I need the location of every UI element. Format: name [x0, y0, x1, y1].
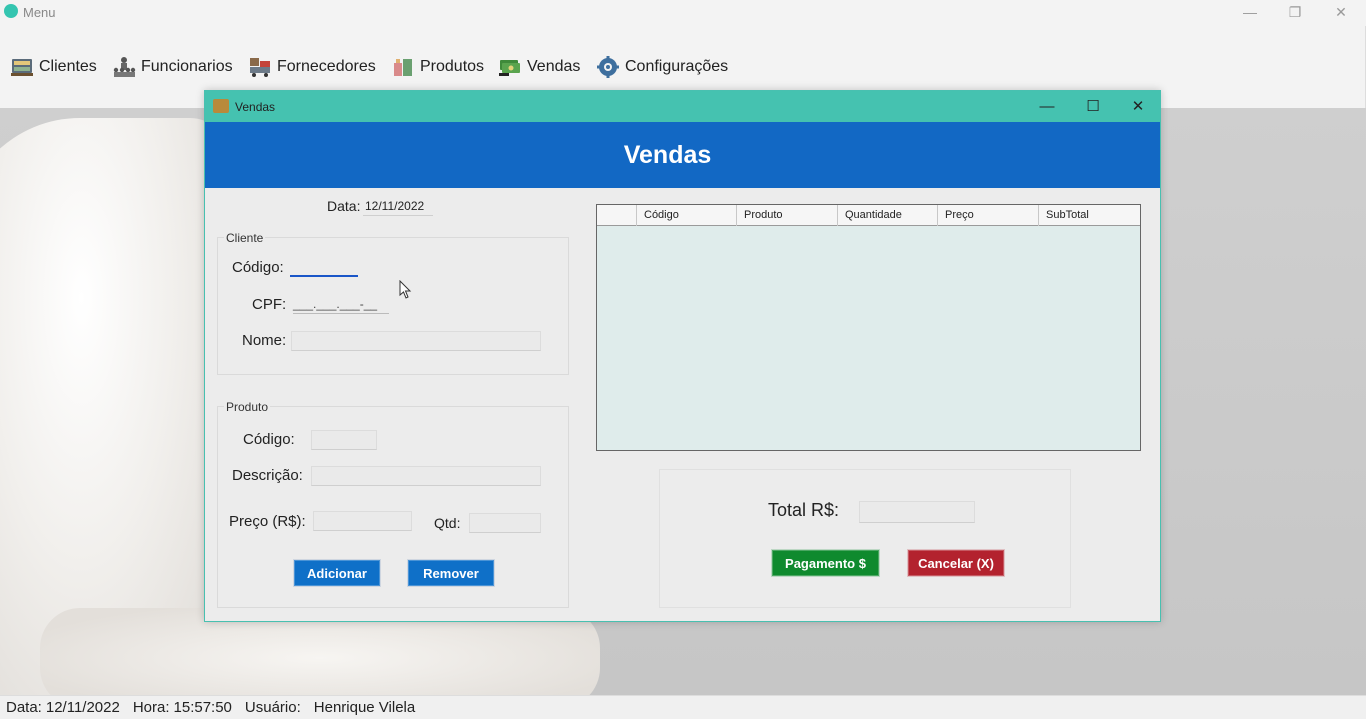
app-icon	[4, 4, 18, 18]
date-value: 12/11/2022	[363, 198, 433, 216]
dialog-titlebar: Vendas — ☐ ✕	[205, 91, 1160, 122]
status-user-value: Henrique Vilela	[313, 699, 416, 716]
clients-icon	[10, 55, 34, 79]
status-user-label: Usuário:	[244, 699, 301, 716]
sales-icon	[498, 55, 522, 79]
dialog-close-button[interactable]: ✕	[1118, 94, 1158, 118]
menu-item-label: Fornecedores	[277, 58, 376, 75]
grid-col-produto[interactable]: Produto	[737, 205, 838, 226]
nome-label: Nome:	[242, 332, 287, 349]
nome-input[interactable]	[291, 331, 541, 351]
total-panel	[659, 469, 1071, 608]
produto-codigo-label: Código:	[243, 431, 295, 448]
qtd-label: Qtd:	[434, 515, 461, 531]
minimize-button[interactable]: —	[1228, 0, 1272, 24]
suppliers-icon	[248, 55, 272, 79]
cpf-input[interactable]: ___.___.___-__	[293, 294, 389, 314]
grid-col-subtotal[interactable]: SubTotal	[1039, 205, 1139, 226]
status-date-label: Data:	[6, 699, 42, 716]
total-label: Total R$:	[768, 500, 840, 520]
products-icon	[391, 55, 415, 79]
main-titlebar: Menu — ❐ ✕	[0, 0, 1366, 26]
status-time-value: 15:57:50	[173, 699, 232, 716]
descricao-input[interactable]	[311, 466, 541, 486]
employees-icon	[112, 55, 136, 79]
menu-item-produtos[interactable]: Produtos	[391, 52, 484, 82]
adicionar-button[interactable]: Adicionar	[293, 559, 381, 587]
header-title: Vendas	[623, 140, 712, 169]
mouse-cursor-icon	[399, 280, 412, 299]
menu-item-label: Funcionarios	[141, 58, 233, 75]
restore-button[interactable]: ❐	[1273, 0, 1317, 24]
close-button[interactable]: ✕	[1319, 0, 1363, 24]
qtd-input[interactable]	[469, 513, 541, 533]
sales-grid[interactable]: Código Produto Quantidade Preço SubTotal	[596, 204, 1141, 451]
status-date-value: 12/11/2022	[45, 699, 120, 716]
produto-codigo-input[interactable]	[311, 430, 377, 450]
menu-item-label: Produtos	[420, 58, 485, 75]
dialog-title: Vendas	[235, 100, 276, 114]
grid-row-header	[597, 205, 637, 226]
menu-item-vendas[interactable]: Vendas	[498, 52, 580, 82]
cliente-codigo-label: Código:	[232, 259, 284, 276]
remover-button[interactable]: Remover	[407, 559, 495, 587]
dialog-maximize-button[interactable]: ☐	[1073, 94, 1113, 118]
preco-input[interactable]	[313, 511, 412, 531]
menu-item-funcionarios[interactable]: Funcionarios	[112, 52, 233, 82]
grid-col-quantidade[interactable]: Quantidade	[838, 205, 938, 226]
dialog-header: Vendas	[205, 122, 1160, 188]
menu-item-clientes[interactable]: Clientes	[10, 52, 97, 82]
status-bar: Data: 12/11/2022 Hora: 15:57:50 Usuário:…	[0, 695, 1366, 719]
vendas-dialog: Vendas — ☐ ✕ Vendas Data: 12/11/2022 Cli…	[204, 90, 1161, 622]
date-label: Data:	[327, 198, 361, 214]
preco-label: Preço (R$):	[229, 513, 306, 530]
menu-item-label: Clientes	[39, 58, 97, 75]
dialog-minimize-button[interactable]: —	[1027, 94, 1067, 118]
dialog-app-icon	[213, 99, 229, 113]
grid-header: Código Produto Quantidade Preço SubTotal	[597, 205, 1140, 226]
grid-col-preco[interactable]: Preço	[938, 205, 1039, 226]
status-time-label: Hora:	[132, 699, 170, 716]
menu-item-label: Vendas	[527, 58, 581, 75]
menu-item-configuracoes[interactable]: Configurações	[596, 52, 728, 82]
cpf-label: CPF:	[252, 296, 287, 313]
settings-icon	[596, 55, 620, 79]
pagamento-button[interactable]: Pagamento $	[771, 549, 880, 577]
cliente-legend: Cliente	[224, 231, 266, 245]
grid-col-codigo[interactable]: Código	[637, 205, 737, 226]
menu-item-label: Configurações	[625, 58, 729, 75]
main-window-title: Menu	[23, 5, 56, 20]
menu-item-fornecedores[interactable]: Fornecedores	[248, 52, 376, 82]
cancelar-button[interactable]: Cancelar (X)	[907, 549, 1005, 577]
produto-legend: Produto	[224, 400, 271, 414]
total-value-field[interactable]	[859, 501, 975, 523]
cliente-codigo-input[interactable]	[290, 257, 358, 277]
descricao-label: Descrição:	[232, 467, 303, 484]
